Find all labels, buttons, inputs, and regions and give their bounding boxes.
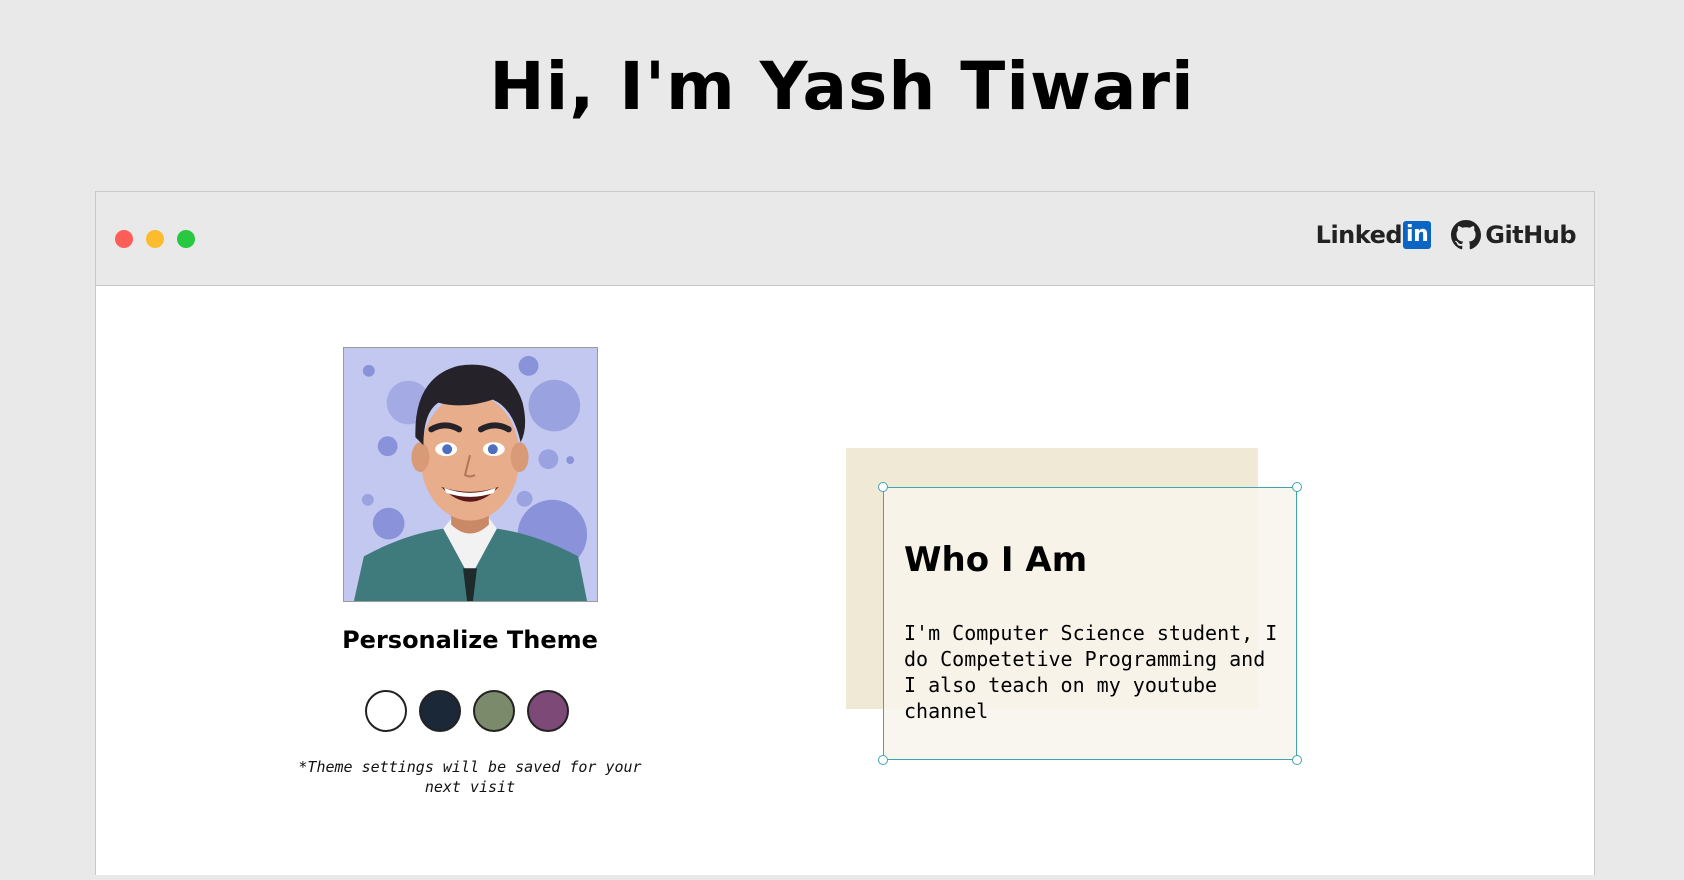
- minimize-window-button[interactable]: [146, 230, 164, 248]
- theme-note: *Theme settings will be saved for your n…: [298, 758, 642, 796]
- resize-handle-top-left[interactable]: [878, 482, 888, 492]
- theme-section-title: Personalize Theme: [342, 626, 598, 654]
- linkedin-link[interactable]: Linked in: [1316, 221, 1432, 249]
- theme-swatch-dark-navy[interactable]: [419, 690, 461, 732]
- cartoon-avatar-icon: [344, 348, 597, 601]
- theme-swatch-light[interactable]: [365, 690, 407, 732]
- github-link[interactable]: GitHub: [1451, 220, 1576, 250]
- about-heading: Who I Am: [904, 540, 1088, 580]
- theme-swatches: [365, 690, 569, 732]
- profile-picture: [343, 347, 598, 602]
- resize-handle-top-right[interactable]: [1292, 482, 1302, 492]
- linkedin-icon: in: [1403, 221, 1432, 249]
- theme-swatch-sage-green[interactable]: [473, 690, 515, 732]
- social-links: Linked in GitHub: [1316, 220, 1576, 250]
- page-bottom-edge: [0, 875, 1684, 880]
- window-title-bar: Linked in GitHub: [96, 192, 1594, 286]
- linkedin-logo-text: Linked: [1315, 221, 1403, 249]
- github-label: GitHub: [1485, 221, 1576, 249]
- page-title: Hi, I'm Yash Tiwari: [489, 48, 1195, 125]
- github-icon: [1451, 220, 1482, 250]
- maximize-window-button[interactable]: [177, 230, 195, 248]
- resize-handle-bottom-left[interactable]: [878, 755, 888, 765]
- resize-handle-bottom-right[interactable]: [1292, 755, 1302, 765]
- about-card: Who I Am I'm Computer Science student, I…: [878, 482, 1302, 765]
- about-text: I'm Computer Science student, I do Compe…: [904, 621, 1278, 723]
- theme-swatch-plum[interactable]: [527, 690, 569, 732]
- close-window-button[interactable]: [115, 230, 133, 248]
